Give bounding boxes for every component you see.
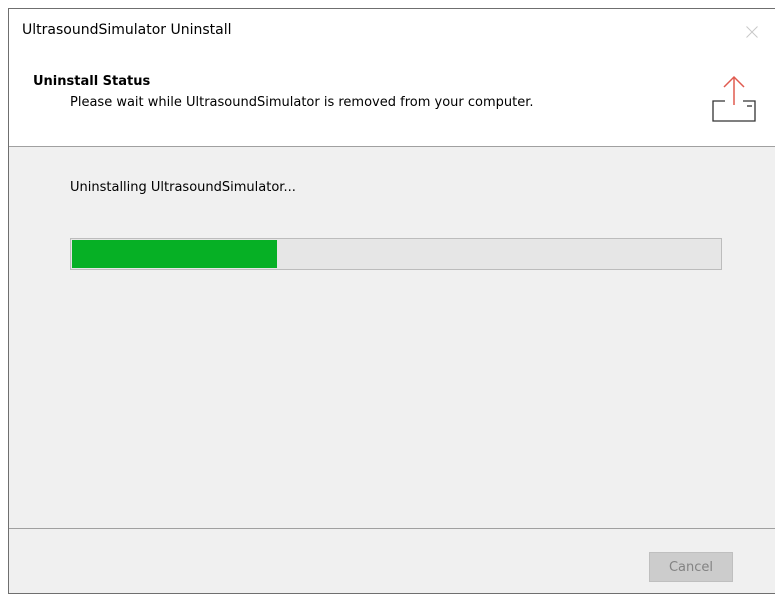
- close-button[interactable]: [729, 9, 775, 55]
- window-title: UltrasoundSimulator Uninstall: [22, 22, 232, 38]
- header-subtitle: Please wait while UltrasoundSimulator is…: [70, 95, 534, 110]
- header-title: Uninstall Status: [33, 74, 151, 89]
- progress-bar-fill: [72, 240, 277, 268]
- close-icon: [746, 26, 758, 38]
- progress-bar: [70, 238, 722, 270]
- title-bar[interactable]: UltrasoundSimulator Uninstall: [9, 9, 775, 55]
- content-panel: Uninstalling UltrasoundSimulator...: [9, 147, 775, 529]
- status-text: Uninstalling UltrasoundSimulator...: [70, 180, 296, 195]
- uninstall-upload-icon: [712, 75, 756, 122]
- button-bar: Cancel: [9, 529, 775, 593]
- cancel-button[interactable]: Cancel: [649, 552, 733, 582]
- uninstall-dialog: UltrasoundSimulator Uninstall Uninstall …: [8, 8, 775, 594]
- header-panel: Uninstall Status Please wait while Ultra…: [9, 55, 775, 147]
